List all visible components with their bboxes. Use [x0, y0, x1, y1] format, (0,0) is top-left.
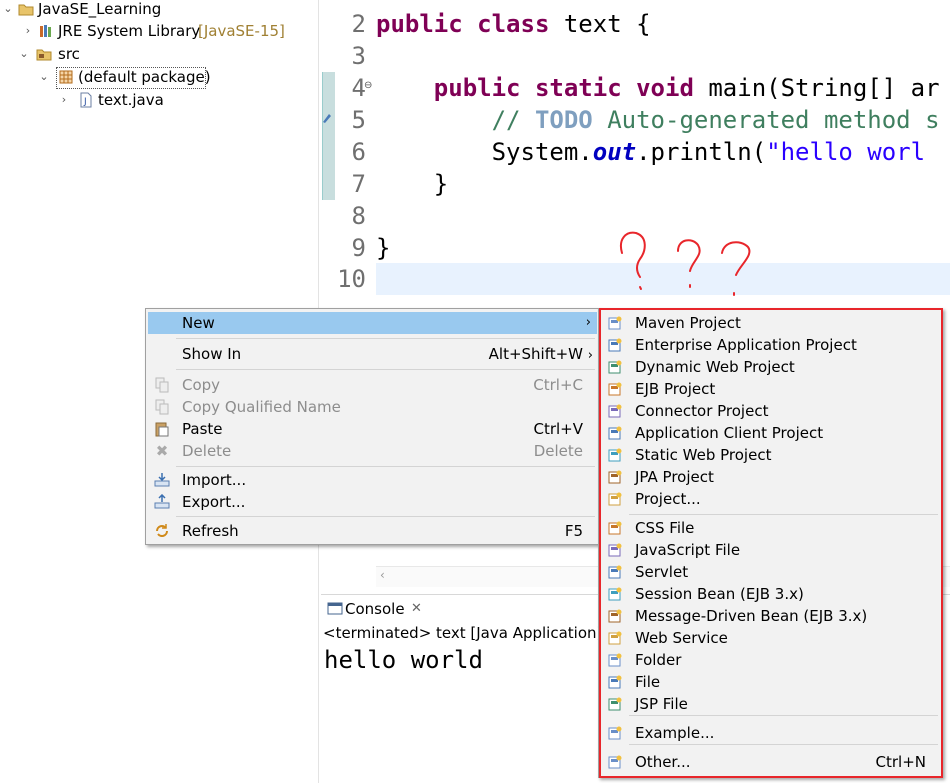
context-menu: New › Show In Alt+Shift+W › Copy Ctrl+C … — [145, 308, 600, 545]
code-line[interactable]: public static void main(String[] ar — [376, 72, 940, 104]
import-icon — [154, 473, 170, 487]
line-number: 5 — [351, 106, 366, 134]
menu-item-delete[interactable]: ✖ Delete Delete — [148, 440, 597, 462]
package-label: (default package) — [78, 68, 211, 86]
code-line[interactable]: // TODO Auto-generated method s — [376, 104, 940, 136]
submenu-arrow-icon: › — [585, 315, 591, 330]
chevron-down-icon[interactable]: ⌄ — [18, 43, 30, 65]
line-number: 3 — [351, 42, 366, 70]
tree-item-src[interactable]: ⌄ src — [0, 43, 318, 65]
menu-separator — [176, 516, 595, 517]
copy-qualified-icon — [155, 399, 169, 415]
code-line[interactable]: } — [376, 168, 448, 200]
refresh-icon — [156, 524, 168, 537]
line-number: 10 — [337, 265, 366, 293]
menu-separator — [176, 466, 595, 467]
menu-item-export[interactable]: Export... — [148, 491, 597, 513]
src-label: src — [58, 45, 80, 63]
code-line[interactable]: } — [376, 232, 390, 264]
line-number: 8 — [351, 202, 366, 230]
package-icon — [59, 70, 73, 84]
jre-label: JRE System Library — [58, 22, 201, 40]
tree-item-project[interactable]: ⌄ JavaSE_Learning — [0, 0, 318, 20]
handwritten-question-marks — [620, 231, 751, 296]
chevron-down-icon[interactable]: ⌄ — [38, 66, 50, 88]
delete-icon: ✖ — [155, 442, 169, 460]
line-number: 7 — [351, 170, 366, 198]
line-number: 6 — [351, 138, 366, 166]
submenu-arrow-icon: › — [587, 348, 593, 363]
line-number: 2 — [351, 10, 366, 38]
tree-item-default-package[interactable]: ⌄ (default package) — [0, 66, 318, 89]
copy-icon — [155, 377, 169, 393]
menu-separator — [176, 338, 595, 339]
chevron-right-icon[interactable]: › — [58, 89, 70, 111]
menu-item-show-in[interactable]: Show In Alt+Shift+W › — [148, 343, 597, 365]
svg-text:J: J — [83, 97, 87, 107]
paste-icon — [155, 422, 169, 437]
tree-item-jre[interactable]: › JRE System Library [JavaSE-15] — [0, 20, 318, 42]
source-folder-icon — [36, 49, 52, 61]
menu-item-copy-qualified-name[interactable]: Copy Qualified Name — [148, 396, 597, 418]
console-icon — [327, 602, 343, 615]
console-output[interactable]: hello world — [324, 646, 483, 674]
library-icon — [40, 25, 51, 37]
menu-item-refresh[interactable]: Refresh F5 — [148, 520, 597, 542]
line-number: 9 — [351, 234, 366, 262]
project-name: JavaSE_Learning — [38, 0, 162, 18]
tree-item-file[interactable]: › J text.java — [0, 89, 318, 111]
close-icon[interactable]: ✕ — [411, 597, 422, 621]
console-tab-label: Console — [345, 600, 405, 618]
menu-separator — [176, 369, 595, 370]
task-marker-icon[interactable] — [322, 112, 332, 124]
fold-collapse-icon[interactable]: ⊖ — [364, 80, 372, 91]
code-line[interactable]: System.out.println("hello worl — [376, 136, 926, 168]
line-number: 4 — [351, 74, 366, 102]
red-highlight-box — [599, 308, 943, 778]
file-label: text.java — [98, 91, 164, 109]
export-icon — [154, 494, 170, 509]
menu-item-paste[interactable]: Paste Ctrl+V — [148, 418, 597, 440]
scroll-left-icon[interactable]: ‹ — [380, 568, 385, 582]
code-line[interactable]: public class text { — [376, 8, 651, 40]
project-folder-icon — [18, 4, 34, 16]
chevron-right-icon[interactable]: › — [22, 20, 34, 42]
menu-item-import[interactable]: Import... — [148, 469, 597, 491]
chevron-down-icon[interactable]: ⌄ — [2, 0, 14, 20]
jre-version-decoration: [JavaSE-15] — [198, 22, 285, 40]
menu-item-copy[interactable]: Copy Ctrl+C — [148, 374, 597, 396]
java-file-icon: J — [80, 92, 92, 108]
menu-item-new[interactable]: New › — [148, 312, 597, 334]
